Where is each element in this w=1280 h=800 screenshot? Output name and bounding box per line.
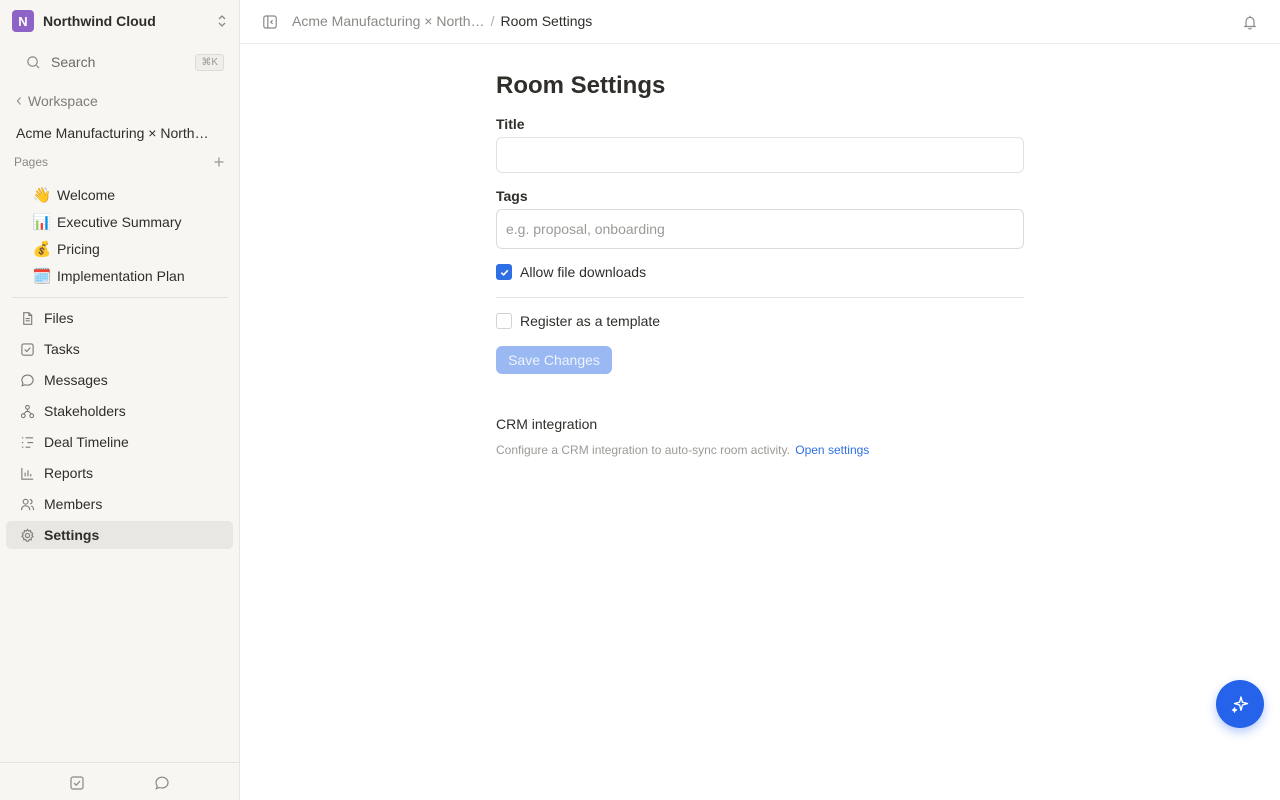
sidebar-item-label: Tasks xyxy=(44,341,80,357)
allow-downloads-toggle[interactable]: Allow file downloads xyxy=(496,264,646,280)
page-emoji: 💰 xyxy=(32,240,52,258)
sidebar-item-stakeholders[interactable]: Stakeholders xyxy=(6,397,233,425)
timeline-icon xyxy=(19,434,35,450)
register-template-label: Register as a template xyxy=(520,313,661,329)
sidebar-item-reports[interactable]: Reports xyxy=(6,459,233,487)
crm-description: Configure a CRM integration to auto-sync… xyxy=(496,443,790,457)
open-settings-link[interactable]: Open settings xyxy=(795,443,869,457)
search-shortcut: ⌘K xyxy=(195,53,224,71)
sidebar-item-label: Messages xyxy=(44,372,108,388)
back-to-workspace[interactable]: Workspace xyxy=(14,93,98,109)
page-item-welcome[interactable]: 👋 Welcome xyxy=(32,181,228,208)
checkmark-icon xyxy=(500,269,508,276)
sidebar-item-label: Reports xyxy=(44,465,94,481)
sparkle-icon xyxy=(1231,696,1249,713)
sidebar: N Northwind Cloud Search ⌘K Workspace Ac… xyxy=(0,0,240,800)
page-emoji: 👋 xyxy=(32,186,52,204)
sidebar-item-label: Deal Timeline xyxy=(44,434,129,450)
sidebar-item-files[interactable]: Files xyxy=(6,304,233,332)
search-icon xyxy=(27,55,40,69)
room-settings-form: Room Settings Title Tags Allow file down… xyxy=(496,70,1024,457)
save-button[interactable]: Save Changes xyxy=(496,346,612,374)
sidebar-item-label: Members xyxy=(44,496,103,512)
members-icon xyxy=(19,496,35,512)
page-label: Welcome xyxy=(57,186,116,203)
allow-downloads-label: Allow file downloads xyxy=(520,264,647,280)
pages-section-header: Pages xyxy=(14,155,226,169)
sidebar-item-label: Stakeholders xyxy=(44,403,126,419)
title-input[interactable] xyxy=(496,137,1024,173)
pages-label: Pages xyxy=(14,155,49,169)
sidebar-divider xyxy=(12,297,228,298)
workspace-switcher[interactable]: N Northwind Cloud xyxy=(12,10,228,32)
tags-input[interactable] xyxy=(496,209,1024,249)
gear-icon xyxy=(19,527,35,543)
register-template-checkbox[interactable] xyxy=(496,313,512,329)
sidebar-toggle-icon[interactable] xyxy=(262,14,278,30)
section-divider xyxy=(496,297,1024,298)
sidebar-footer xyxy=(0,762,239,800)
page-title: Room Settings xyxy=(496,72,666,99)
breadcrumb-current: Room Settings xyxy=(500,13,593,29)
page-emoji: 📊 xyxy=(32,213,52,231)
plus-icon[interactable] xyxy=(212,155,226,169)
sidebar-item-label: Files xyxy=(44,310,74,326)
message-icon[interactable] xyxy=(154,775,170,791)
page-list: 👋 Welcome 📊 Executive Summary 💰 Pricing … xyxy=(32,181,228,289)
workspace-name: Northwind Cloud xyxy=(43,13,156,29)
sidebar-item-deal-timeline[interactable]: Deal Timeline xyxy=(6,428,233,456)
page-item-implementation-plan[interactable]: 🗓️ Implementation Plan xyxy=(32,262,228,289)
title-label: Title xyxy=(496,116,525,132)
chevron-left-icon xyxy=(16,97,21,105)
page-emoji: 🗓️ xyxy=(32,267,52,285)
task-icon[interactable] xyxy=(69,775,85,791)
stakeholders-icon xyxy=(19,403,35,419)
page-label: Executive Summary xyxy=(57,213,182,230)
page-item-executive-summary[interactable]: 📊 Executive Summary xyxy=(32,208,228,235)
sidebar-nav: Files Tasks Messages Stakeholders Deal T… xyxy=(6,304,233,552)
top-bar: Acme Manufacturing × North… / Room Setti… xyxy=(240,0,1280,44)
allow-downloads-checkbox[interactable] xyxy=(496,264,512,280)
reports-icon xyxy=(19,465,35,481)
page-item-pricing[interactable]: 💰 Pricing xyxy=(32,235,228,262)
file-icon xyxy=(19,310,35,326)
breadcrumb-room[interactable]: Acme Manufacturing × North… xyxy=(292,13,485,29)
page-label: Implementation Plan xyxy=(57,267,185,284)
back-label: Workspace xyxy=(28,93,98,109)
sidebar-item-settings[interactable]: Settings xyxy=(6,521,233,549)
bell-icon[interactable] xyxy=(1242,14,1258,30)
crm-heading: CRM integration xyxy=(496,416,598,432)
message-icon xyxy=(19,372,35,388)
sidebar-item-tasks[interactable]: Tasks xyxy=(6,335,233,363)
sidebar-item-label: Settings xyxy=(44,527,100,543)
room-name[interactable]: Acme Manufacturing × North… xyxy=(16,125,220,141)
breadcrumb-separator: / xyxy=(490,13,495,29)
breadcrumb: Acme Manufacturing × North… / Room Setti… xyxy=(292,13,592,29)
register-template-toggle[interactable]: Register as a template xyxy=(496,313,660,329)
search-button[interactable]: Search ⌘K xyxy=(16,50,224,74)
workspace-logo: N xyxy=(12,10,34,32)
crm-description-row: Configure a CRM integration to auto-sync… xyxy=(496,443,869,457)
tags-label: Tags xyxy=(496,188,528,204)
chevron-up-down-icon xyxy=(218,15,226,27)
sidebar-item-members[interactable]: Members xyxy=(6,490,233,518)
search-label: Search xyxy=(51,54,96,70)
sidebar-item-messages[interactable]: Messages xyxy=(6,366,233,394)
page-label: Pricing xyxy=(57,240,100,257)
ai-assistant-button[interactable] xyxy=(1216,680,1264,728)
task-icon xyxy=(19,341,35,357)
